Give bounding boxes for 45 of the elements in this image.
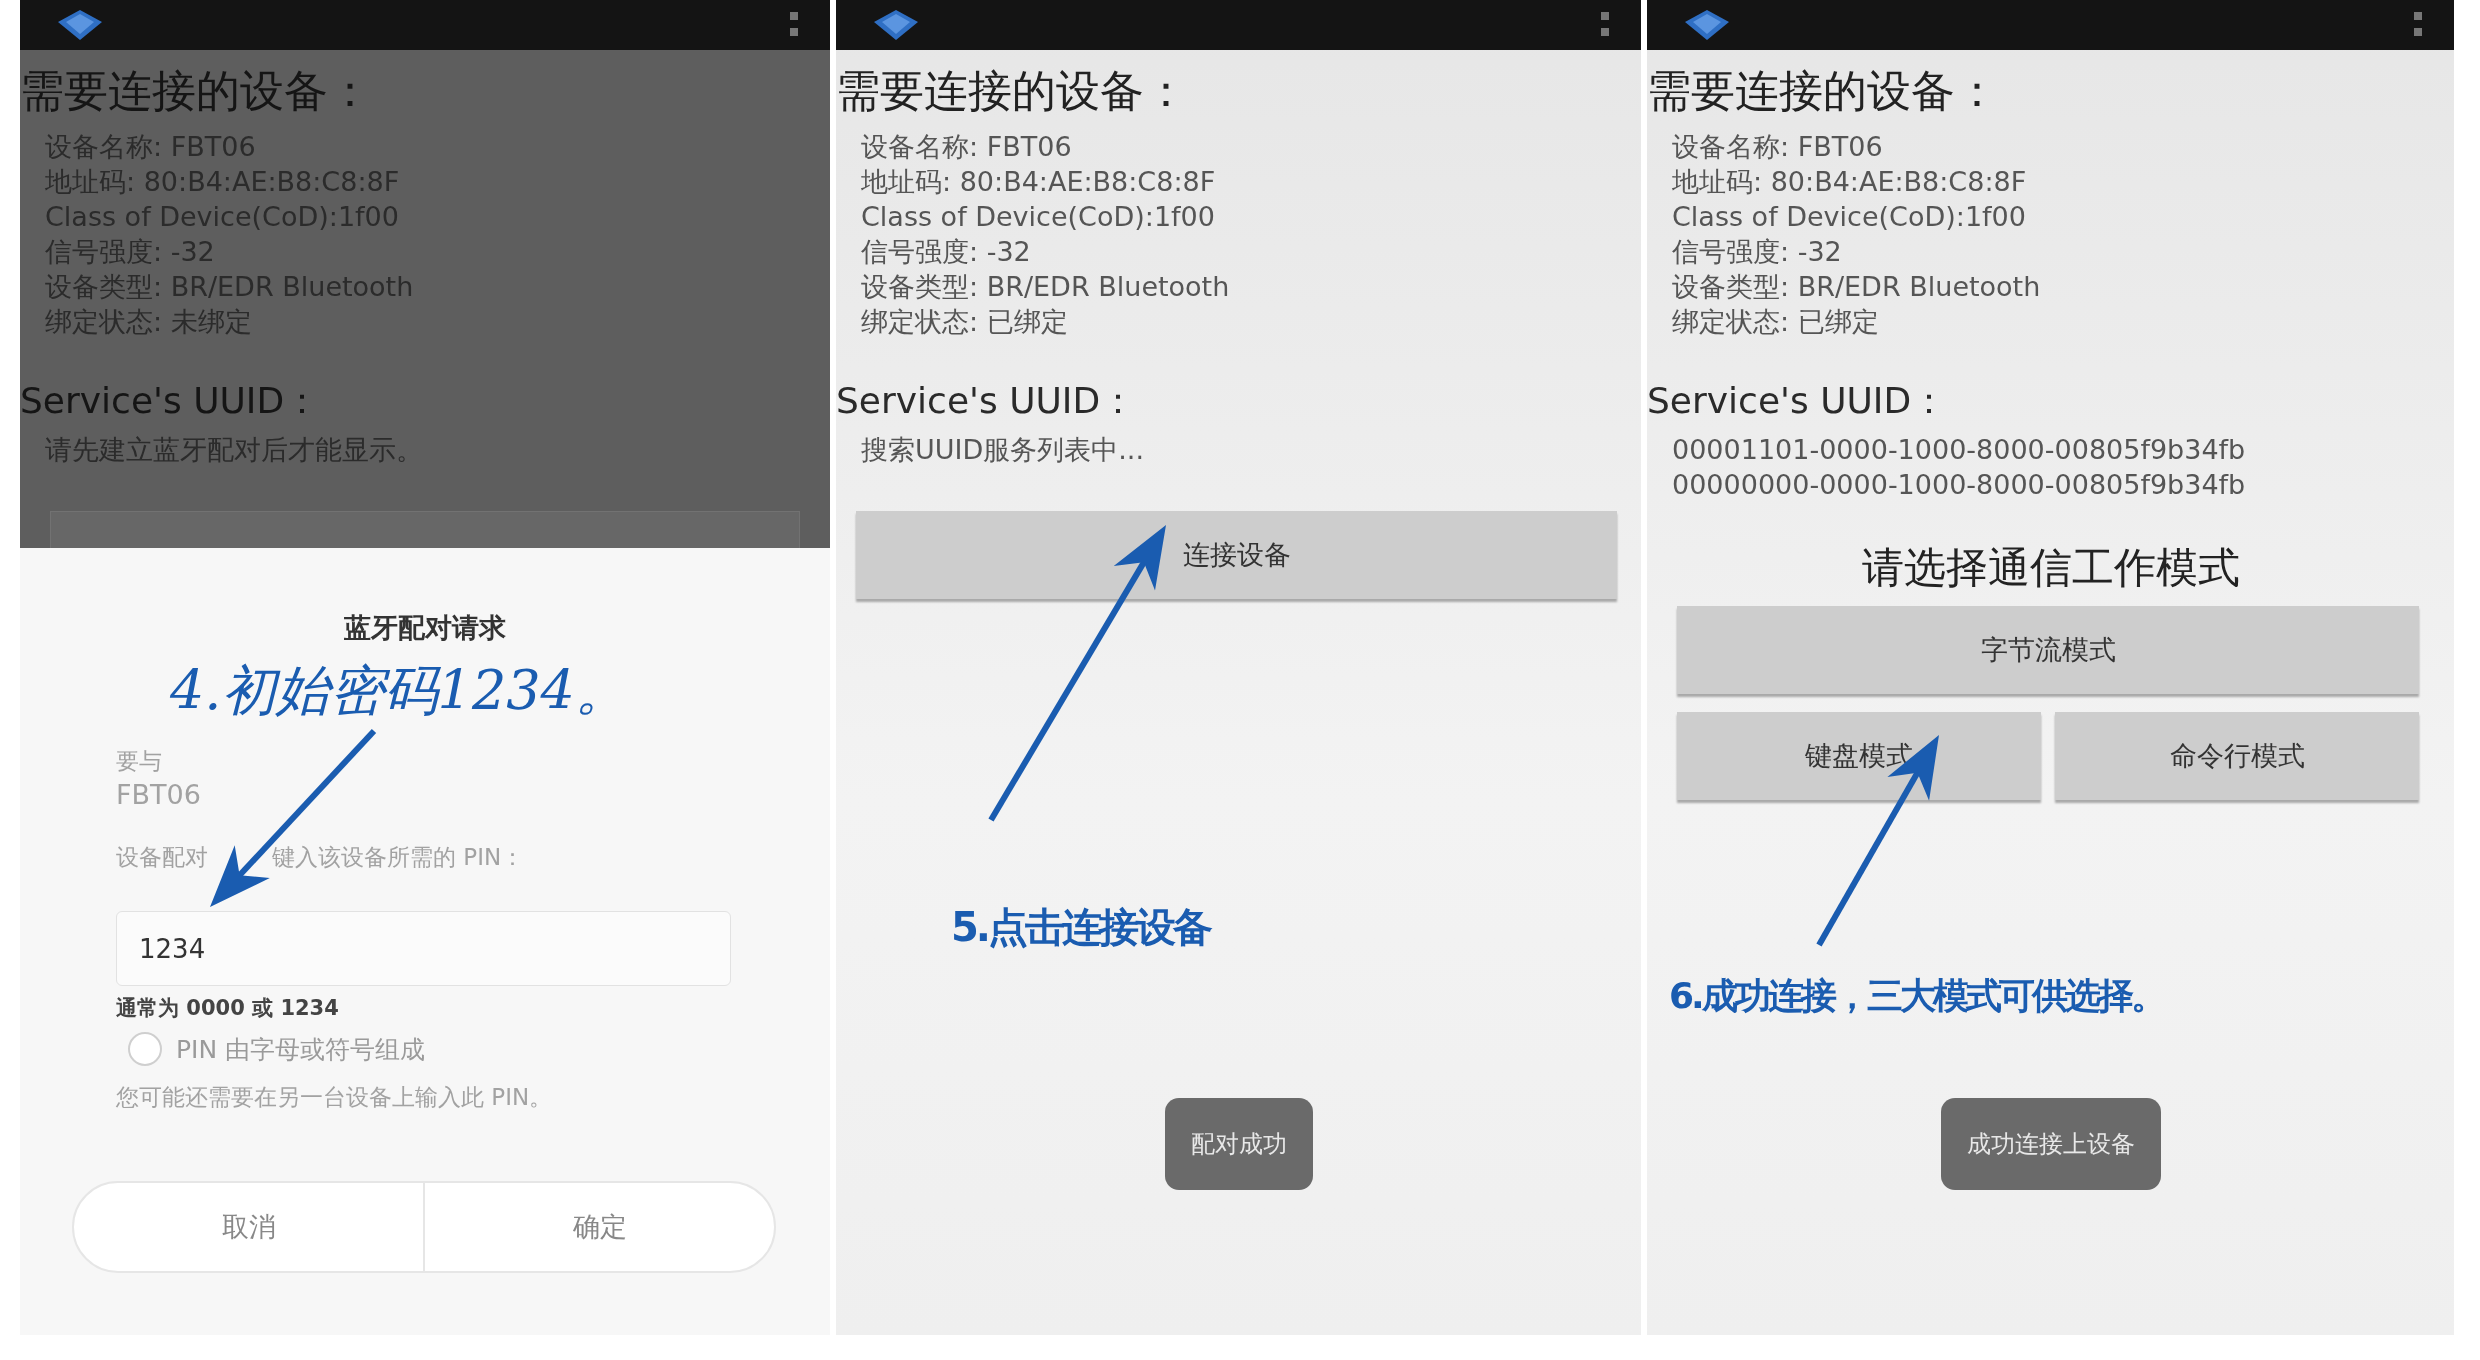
device-detail: 绑定状态: 已绑定 — [1672, 305, 1880, 339]
device-heading: 需要连接的设备： — [836, 64, 1189, 118]
device-detail: 地址码: 80:B4:AE:B8:C8:8F — [861, 165, 1217, 199]
device-detail: 设备类型: BR/EDR Bluetooth — [861, 270, 1231, 304]
pin-option-label: PIN 由字母或符号组成 — [176, 1033, 426, 1066]
uuid-heading: Service's UUID： — [20, 379, 322, 423]
dialog-title: 蓝牙配对请求 — [343, 611, 507, 645]
mode-heading: 请选择通信工作模式 — [1860, 542, 2241, 594]
dialog-button[interactable]: 取消 — [74, 1183, 423, 1271]
pin-hint: 通常为 0000 或 1234 — [116, 995, 340, 1022]
device-detail: 设备名称: FBT06 — [1672, 130, 1884, 164]
device-name: FBT06 — [116, 779, 202, 810]
device-detail: 设备类型: BR/EDR Bluetooth — [1672, 270, 2042, 304]
uuid-line: 搜索UUID服务列表中... — [861, 433, 1146, 467]
pin-prompt: 键入该设备所需的 PIN： — [272, 843, 525, 872]
pin-info: 您可能还需要在另一台设备上输入此 PIN。 — [116, 1083, 554, 1112]
device-detail: Class of Device(CoD):1f00 — [861, 200, 1216, 234]
toast: 配对成功 — [1164, 1098, 1313, 1190]
uuid-line: 00000000-0000-1000-8000-00805f9b34fb — [1672, 468, 2247, 502]
connect-button[interactable]: 连接设备 — [856, 511, 1617, 599]
mode-button[interactable]: 命令行模式 — [2055, 712, 2419, 800]
device-detail: Class of Device(CoD):1f00 — [1672, 200, 2027, 234]
device-detail: 地址码: 80:B4:AE:B8:C8:8F — [1672, 165, 2028, 199]
device-detail: 信号强度: -32 — [861, 235, 1032, 269]
device-heading: 需要连接的设备： — [20, 64, 373, 118]
pin-prompt: 设备配对 — [116, 843, 208, 872]
uuid-heading: Service's UUID： — [1647, 379, 1949, 423]
toast: 成功连接上设备 — [1940, 1098, 2161, 1190]
device-detail: 设备名称: FBT06 — [861, 130, 1073, 164]
dialog-button[interactable]: 确定 — [423, 1183, 774, 1271]
app-logo-icon — [58, 10, 102, 40]
pin-field[interactable]: 1234 — [116, 911, 731, 986]
app-logo-icon — [1685, 10, 1729, 40]
annotation: 4.初始密码1234。 — [170, 658, 629, 724]
device-detail: 信号强度: -32 — [1672, 235, 1843, 269]
app-logo-icon — [874, 10, 918, 40]
uuid-line: 00001101-0000-1000-8000-00805f9b34fb — [1672, 433, 2247, 467]
device-heading: 需要连接的设备： — [1647, 64, 2000, 118]
annotation: 6.成功连接，三大模式可供选择。 — [1669, 974, 2164, 1018]
uuid-heading: Service's UUID： — [836, 379, 1138, 423]
pair-with-label: 要与 — [116, 747, 163, 776]
mode-button[interactable]: 字节流模式 — [1677, 606, 2419, 694]
device-detail: 绑定状态: 已绑定 — [861, 305, 1069, 339]
radio-icon[interactable] — [128, 1032, 162, 1066]
annotation: 5.点击连接设备 — [951, 903, 1211, 952]
